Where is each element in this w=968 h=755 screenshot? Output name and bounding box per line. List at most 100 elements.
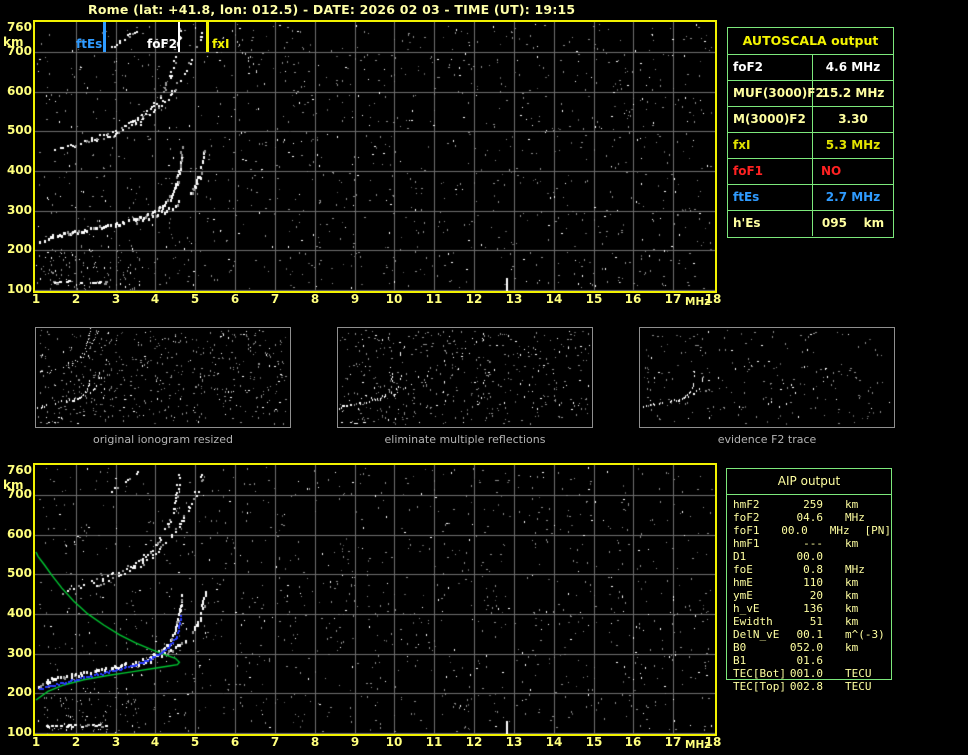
- aip-name: foF1: [733, 524, 760, 537]
- x-tick-label: 6: [230, 735, 240, 749]
- x-tick-label: 5: [190, 292, 200, 306]
- y-tick-label: 500: [6, 566, 32, 580]
- autoscala-value: 4.6 MHz: [825, 60, 881, 74]
- ionogram-main-canvas: [35, 22, 715, 291]
- aip-val: 110: [803, 576, 823, 589]
- autoscala-label: foF2: [728, 55, 813, 80]
- y-axis-unit: km: [3, 478, 24, 492]
- x-tick-label: 7: [270, 292, 280, 306]
- aip-name: h_vE: [733, 602, 760, 615]
- x-tick-label: 18: [704, 735, 722, 749]
- aip-row-foF2: foF2 04.6 MHz: [733, 511, 891, 524]
- y-tick-label: 100: [6, 725, 32, 739]
- aip-val: 51: [809, 615, 823, 628]
- x-tick-label: 4: [150, 292, 160, 306]
- aip-val: 002.8: [789, 680, 823, 693]
- aip-name: D1: [733, 550, 747, 563]
- aip-extra: [PN]: [864, 524, 892, 537]
- aip-val: 00.0: [796, 550, 824, 563]
- x-tick-label: 16: [624, 735, 642, 749]
- aip-val: 00.1: [796, 628, 824, 641]
- x-tick-label: 15: [585, 735, 603, 749]
- aip-val: 136: [803, 602, 823, 615]
- x-tick-label: 2: [71, 735, 81, 749]
- x-tick-label: 8: [310, 292, 320, 306]
- autoscala-value: 095 km: [821, 216, 885, 230]
- aip-name: TEC[Bot]: [733, 667, 786, 680]
- aip-unit: km: [845, 537, 859, 550]
- x-tick-label: 5: [190, 735, 200, 749]
- aip-name: foF2: [733, 511, 760, 524]
- ionogram-aip-plot: [33, 463, 717, 736]
- aip-row-foF1: foF1 00.0 MHz [PN]: [733, 524, 891, 537]
- aip-unit: MHz: [845, 511, 865, 524]
- x-tick-label: 7: [270, 735, 280, 749]
- aip-val: 00.0: [781, 524, 808, 537]
- panel-caption-eliminate: eliminate multiple reflections: [384, 433, 546, 446]
- y-tick-label: 300: [6, 203, 32, 217]
- x-tick-label: 12: [465, 292, 483, 306]
- x-tick-label: 10: [385, 292, 403, 306]
- x-tick-label: 13: [505, 292, 523, 306]
- aip-row-ymE: ymE 20 km: [733, 589, 891, 602]
- y-tick-label: 600: [6, 527, 32, 541]
- autoscala-row-ftEs: ftEs 2.7 MHz: [728, 184, 893, 210]
- autoscala-value: NO: [821, 164, 842, 178]
- aip-row-hvE: h_vE 136 km: [733, 602, 891, 615]
- panel-evidence-canvas: [640, 328, 894, 427]
- autoscala-table-title: AUTOSCALA output: [742, 33, 879, 48]
- aip-name: ymE: [733, 589, 753, 602]
- x-axis-unit: MHz: [685, 739, 711, 751]
- aip-name: Ewidth: [733, 615, 773, 628]
- aip-table-title: AIP output: [727, 469, 891, 495]
- aip-unit: MHz: [829, 524, 850, 537]
- aip-name: B0: [733, 641, 747, 654]
- x-tick-label: 12: [465, 735, 483, 749]
- y-tick-label: 700: [6, 487, 32, 501]
- aip-val: 001.0: [789, 667, 823, 680]
- autoscala-label: foF1: [728, 159, 813, 184]
- panel-eliminate-reflections: [337, 327, 593, 428]
- x-tick-label: 9: [350, 735, 360, 749]
- autoscala-value: 3.30: [838, 112, 868, 126]
- autoscala-row-fxI: fxI 5.3 MHz: [728, 132, 893, 158]
- aip-unit: km: [845, 589, 859, 602]
- aip-unit: km: [845, 615, 859, 628]
- aip-row-B1: B1 01.6: [733, 654, 891, 667]
- aip-row-hmF1: hmF1 --- km: [733, 537, 891, 550]
- autoscala-label: fxI: [728, 133, 813, 158]
- aip-val: 052.0: [789, 641, 823, 654]
- aip-name: DelN_vE: [733, 628, 780, 641]
- aip-name: foE: [733, 563, 753, 576]
- aip-unit: TECU: [845, 667, 872, 680]
- aip-val: 20: [809, 589, 823, 602]
- y-tick-label: 400: [6, 606, 32, 620]
- page-title: Rome (lat: +41.8, lon: 012.5) - DATE: 20…: [88, 2, 576, 17]
- panel-eliminate-canvas: [338, 328, 592, 427]
- y-tick-label: 600: [6, 84, 32, 98]
- autoscala-table: AUTOSCALA output foF2 4.6 MHz MUF(3000)F…: [727, 27, 894, 238]
- ionogram-aip-canvas: [35, 465, 715, 734]
- x-tick-label: 14: [545, 735, 563, 749]
- autoscala-row-foF2: foF2 4.6 MHz: [728, 54, 893, 80]
- x-tick-label: 17: [664, 292, 682, 306]
- aip-unit: km: [845, 641, 859, 654]
- aip-name: hmE: [733, 576, 753, 589]
- panel-caption-original: original ionogram resized: [93, 433, 233, 446]
- aip-row-hmE: hmE 110 km: [733, 576, 891, 589]
- aip-row-DelNvE: DelN_vE 00.1 m^(-3): [733, 628, 891, 641]
- aip-row-D1: D1 00.0: [733, 550, 891, 563]
- aip-val: 04.6: [796, 511, 824, 524]
- x-tick-label: 17: [664, 735, 682, 749]
- aip-val: 259: [803, 498, 823, 511]
- x-tick-label: 1: [31, 292, 41, 306]
- x-tick-label: 16: [624, 292, 642, 306]
- aip-name: B1: [733, 654, 747, 667]
- x-tick-label: 1: [31, 735, 41, 749]
- aip-row-Ewidth: Ewidth 51 km: [733, 615, 891, 628]
- aip-unit: TECU: [845, 680, 872, 693]
- autoscala-label: M(3000)F2: [728, 107, 813, 132]
- aip-unit: km: [845, 576, 859, 589]
- autoscala-row-hEs: h'Es 095 km: [728, 210, 893, 236]
- autoscala-value: 5.3 MHz: [825, 138, 881, 152]
